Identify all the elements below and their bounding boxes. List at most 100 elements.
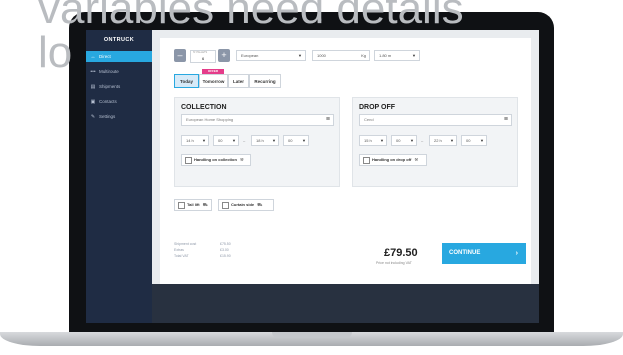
dropoff-to-min-select[interactable]: 00 ▼ bbox=[461, 135, 487, 146]
arrows-icon: ↔ bbox=[90, 53, 96, 60]
collection-from-hour-value: 14 h bbox=[186, 138, 194, 143]
tab-today[interactable]: Today bbox=[174, 74, 199, 88]
caret-down-icon: ▼ bbox=[410, 138, 414, 143]
collection-address-value: European Home Shopping bbox=[186, 117, 234, 122]
list-icon: ▤ bbox=[90, 83, 96, 90]
sidebar-item-label: Contacts bbox=[99, 99, 117, 104]
sidebar-item-shipments[interactable]: ▤ Shipments bbox=[86, 81, 152, 92]
truck-tail-lift-icon: ⛟ bbox=[202, 202, 208, 207]
collection-to-min-value: 00 bbox=[288, 138, 293, 143]
tail-lift-label: Tail lift bbox=[187, 202, 200, 207]
collection-section: COLLECTION European Home Shopping ≡ 14 h… bbox=[174, 97, 340, 187]
caret-down-icon: ▼ bbox=[480, 138, 484, 143]
caret-down-icon: ▼ bbox=[298, 53, 302, 58]
dropoff-from-hour-select[interactable]: 15 h ▼ bbox=[359, 135, 387, 146]
caret-down-icon: ▼ bbox=[380, 138, 384, 143]
tab-recurring[interactable]: Recurring bbox=[249, 74, 281, 88]
pallet-type-select[interactable]: European ▼ bbox=[236, 50, 306, 61]
caret-down-icon: ▼ bbox=[302, 138, 306, 143]
sidebar-item-settings[interactable]: ✎ Settings bbox=[86, 111, 152, 122]
height-value: 1.80 m bbox=[379, 53, 392, 58]
pallets-plus-button[interactable]: + bbox=[218, 49, 230, 62]
height-select[interactable]: 1.80 m ▼ bbox=[374, 50, 420, 61]
caret-down-icon: ▼ bbox=[202, 138, 206, 143]
dropoff-section: DROP OFF Cend ≡ 15 h ▼ 00 ▼ – 22 h ▼ 00 … bbox=[352, 97, 518, 187]
hamburger-menu-icon[interactable]: ≡ bbox=[504, 115, 508, 125]
pallets-caption: Nº PALLETS bbox=[193, 51, 208, 54]
sidebar-item-label: Settings bbox=[99, 114, 116, 119]
hero-heading-line2: lo bbox=[38, 28, 73, 77]
extras-value: £3.00 bbox=[220, 248, 229, 252]
checkbox-box[interactable] bbox=[185, 157, 192, 164]
collection-to-min-select[interactable]: 00 ▼ bbox=[283, 135, 309, 146]
weight-input[interactable]: 1000 Kg bbox=[312, 50, 370, 61]
caret-down-icon: ▼ bbox=[412, 53, 416, 58]
total-vat-value: £15.90 bbox=[220, 254, 231, 258]
continue-button[interactable]: CONTINUE › bbox=[442, 243, 526, 264]
handling-dropoff-label: Handling on drop off bbox=[372, 157, 412, 162]
curtain-side-label: Curtain side bbox=[231, 202, 255, 207]
sidebar-item-multiroute[interactable]: ••• Multiroute bbox=[86, 66, 152, 77]
collection-from-hour-select[interactable]: 14 h ▼ bbox=[181, 135, 209, 146]
tab-tomorrow[interactable]: Tomorrow bbox=[199, 74, 228, 88]
dropoff-to-hour-select[interactable]: 22 h ▼ bbox=[429, 135, 457, 146]
contact-card-icon: ▣ bbox=[90, 98, 96, 105]
pallet-type-value: European bbox=[241, 53, 259, 58]
continue-label: CONTINUE bbox=[449, 250, 481, 256]
chevron-right-icon: › bbox=[515, 250, 518, 257]
time-range-dash: – bbox=[421, 138, 424, 143]
offer-badge: OFFER bbox=[202, 69, 224, 74]
dropoff-from-min-value: 00 bbox=[396, 138, 401, 143]
checkbox-box[interactable] bbox=[222, 202, 229, 209]
tab-later[interactable]: Later bbox=[228, 74, 249, 88]
collection-address-input[interactable]: European Home Shopping ≡ bbox=[181, 114, 334, 126]
curtain-side-checkbox[interactable]: Curtain side ⛟ bbox=[218, 199, 274, 211]
hamburger-menu-icon[interactable]: ≡ bbox=[326, 115, 330, 125]
laptop-notch bbox=[272, 332, 352, 338]
handling-icon: ⚒ bbox=[414, 157, 419, 162]
checkbox-box[interactable] bbox=[178, 202, 185, 209]
handling-dropoff-checkbox[interactable]: Handling on drop off ⚒ bbox=[359, 154, 427, 166]
caret-down-icon: ▼ bbox=[272, 138, 276, 143]
dropoff-to-hour-value: 22 h bbox=[434, 138, 442, 143]
main-content: – Nº PALLETS 6 + European ▼ 1000 Kg 1.80… bbox=[152, 30, 539, 284]
weight-value: 1000 bbox=[317, 53, 326, 58]
checkbox-box[interactable] bbox=[363, 157, 370, 164]
handling-collection-checkbox[interactable]: Handling on collection ⚒ bbox=[181, 154, 251, 166]
wrench-icon: ✎ bbox=[90, 113, 96, 120]
caret-down-icon: ▼ bbox=[232, 138, 236, 143]
caret-down-icon: ▼ bbox=[450, 138, 454, 143]
shipment-cost-label: Shipment cost bbox=[174, 242, 197, 246]
collection-to-hour-value: 18 h bbox=[256, 138, 264, 143]
app-logo: ONTRUCK bbox=[103, 37, 135, 43]
dropoff-address-input[interactable]: Cend ≡ bbox=[359, 114, 512, 126]
truck-curtain-icon: ⛟ bbox=[257, 202, 263, 207]
price-note: Price not including VAT bbox=[376, 261, 412, 265]
dropoff-title: DROP OFF bbox=[359, 104, 396, 111]
handling-collection-label: Handling on collection bbox=[194, 157, 237, 162]
collection-from-min-select[interactable]: 00 ▼ bbox=[213, 135, 239, 146]
extras-label: Extras bbox=[174, 248, 184, 252]
sidebar-item-contacts[interactable]: ▣ Contacts bbox=[86, 96, 152, 107]
sidebar-item-direct[interactable]: ↔ Direct bbox=[86, 51, 152, 62]
pallets-minus-button[interactable]: – bbox=[174, 49, 186, 62]
collection-to-hour-select[interactable]: 18 h ▼ bbox=[251, 135, 279, 146]
tail-lift-checkbox[interactable]: Tail lift ⛟ bbox=[174, 199, 212, 211]
sidebar-item-label: Shipments bbox=[99, 84, 121, 89]
pallets-value: 6 bbox=[202, 56, 205, 61]
dropoff-to-min-value: 00 bbox=[466, 138, 471, 143]
dots-icon: ••• bbox=[90, 68, 96, 75]
dropoff-from-hour-value: 15 h bbox=[364, 138, 372, 143]
sidebar-item-label: Multiroute bbox=[99, 69, 119, 74]
collection-from-min-value: 00 bbox=[218, 138, 223, 143]
shipment-cost-value: £75.50 bbox=[220, 242, 231, 246]
laptop-screen: ONTRUCK ↔ Direct ••• Multiroute ▤ Shipme… bbox=[86, 30, 539, 323]
booking-panel: – Nº PALLETS 6 + European ▼ 1000 Kg 1.80… bbox=[160, 38, 531, 284]
hero-heading-line1: variables need details bbox=[38, 0, 464, 33]
screen-footer bbox=[152, 284, 539, 323]
dropoff-from-min-select[interactable]: 00 ▼ bbox=[391, 135, 417, 146]
collection-title: COLLECTION bbox=[181, 104, 227, 111]
pallets-stepper[interactable]: Nº PALLETS 6 bbox=[190, 50, 216, 63]
sidebar-item-label: Direct bbox=[99, 54, 111, 59]
weight-unit: Kg bbox=[361, 53, 366, 58]
